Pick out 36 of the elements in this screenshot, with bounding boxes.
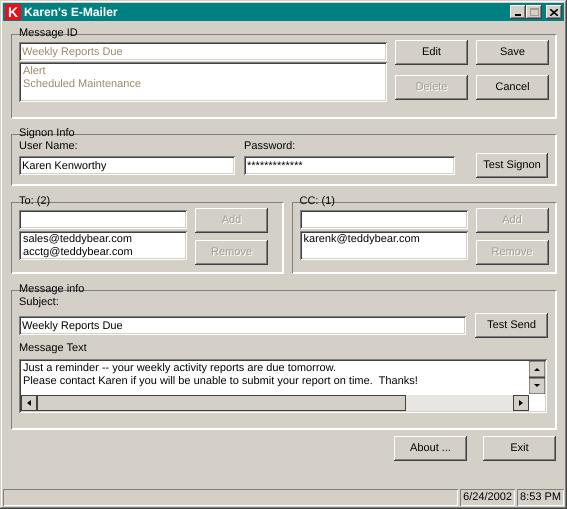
minimize-icon bbox=[515, 14, 521, 16]
address-field[interactable] bbox=[19, 210, 187, 229]
maximize-button[interactable] bbox=[526, 5, 542, 19]
field-label: User Name: bbox=[19, 140, 79, 153]
test-signon-button[interactable]: Test Signon bbox=[476, 153, 548, 178]
message-text-field[interactable]: Just a reminder -- your weekly activity reports are due tomorrow. Please contact Karen if you will be unable to submit your report on time. Thanks! bbox=[19, 359, 547, 413]
window-title: Karen's E-Mailer bbox=[24, 6, 119, 18]
maximize-icon bbox=[530, 8, 538, 16]
group-label: Message info bbox=[18, 283, 86, 296]
address-field[interactable] bbox=[300, 210, 468, 229]
app-icon: K bbox=[5, 4, 21, 20]
user-name-field[interactable]: Karen Kenworthy bbox=[19, 156, 235, 175]
subject-field[interactable]: Weekly Reports Due bbox=[19, 316, 466, 335]
group-label: Message ID bbox=[18, 27, 79, 40]
field-label: Subject: bbox=[19, 296, 60, 309]
button[interactable]: Exit bbox=[483, 436, 556, 461]
close-icon bbox=[550, 8, 558, 16]
vertical-scrollbar[interactable] bbox=[529, 361, 545, 394]
minimize-button[interactable] bbox=[510, 5, 526, 19]
horizontal-scrollbar[interactable] bbox=[21, 395, 529, 411]
group-label: CC: (1) bbox=[298, 195, 336, 208]
test-send-button[interactable]: Test Send bbox=[475, 313, 548, 338]
status-time: 8:53 PM bbox=[517, 489, 564, 506]
close-button[interactable] bbox=[546, 5, 562, 19]
list-item[interactable]: acctg@teddybear.com bbox=[23, 246, 183, 259]
status-date: 6/24/2002 bbox=[460, 489, 516, 506]
group-label: To: (2) bbox=[18, 195, 52, 208]
address-list[interactable]: sales@teddybear.com acctg@teddybear.com bbox=[19, 231, 187, 260]
list-item[interactable]: sales@teddybear.com bbox=[23, 233, 183, 246]
field-label: Password: bbox=[244, 140, 296, 153]
field-label: Message Text bbox=[19, 342, 88, 355]
password-field[interactable]: ************* bbox=[244, 156, 455, 175]
list-item[interactable]: karenk@teddybear.com bbox=[304, 233, 464, 246]
group-label: Signon Info bbox=[18, 127, 76, 140]
button[interactable]: About ... bbox=[394, 436, 467, 461]
address-list[interactable]: karenk@teddybear.com bbox=[300, 231, 468, 260]
